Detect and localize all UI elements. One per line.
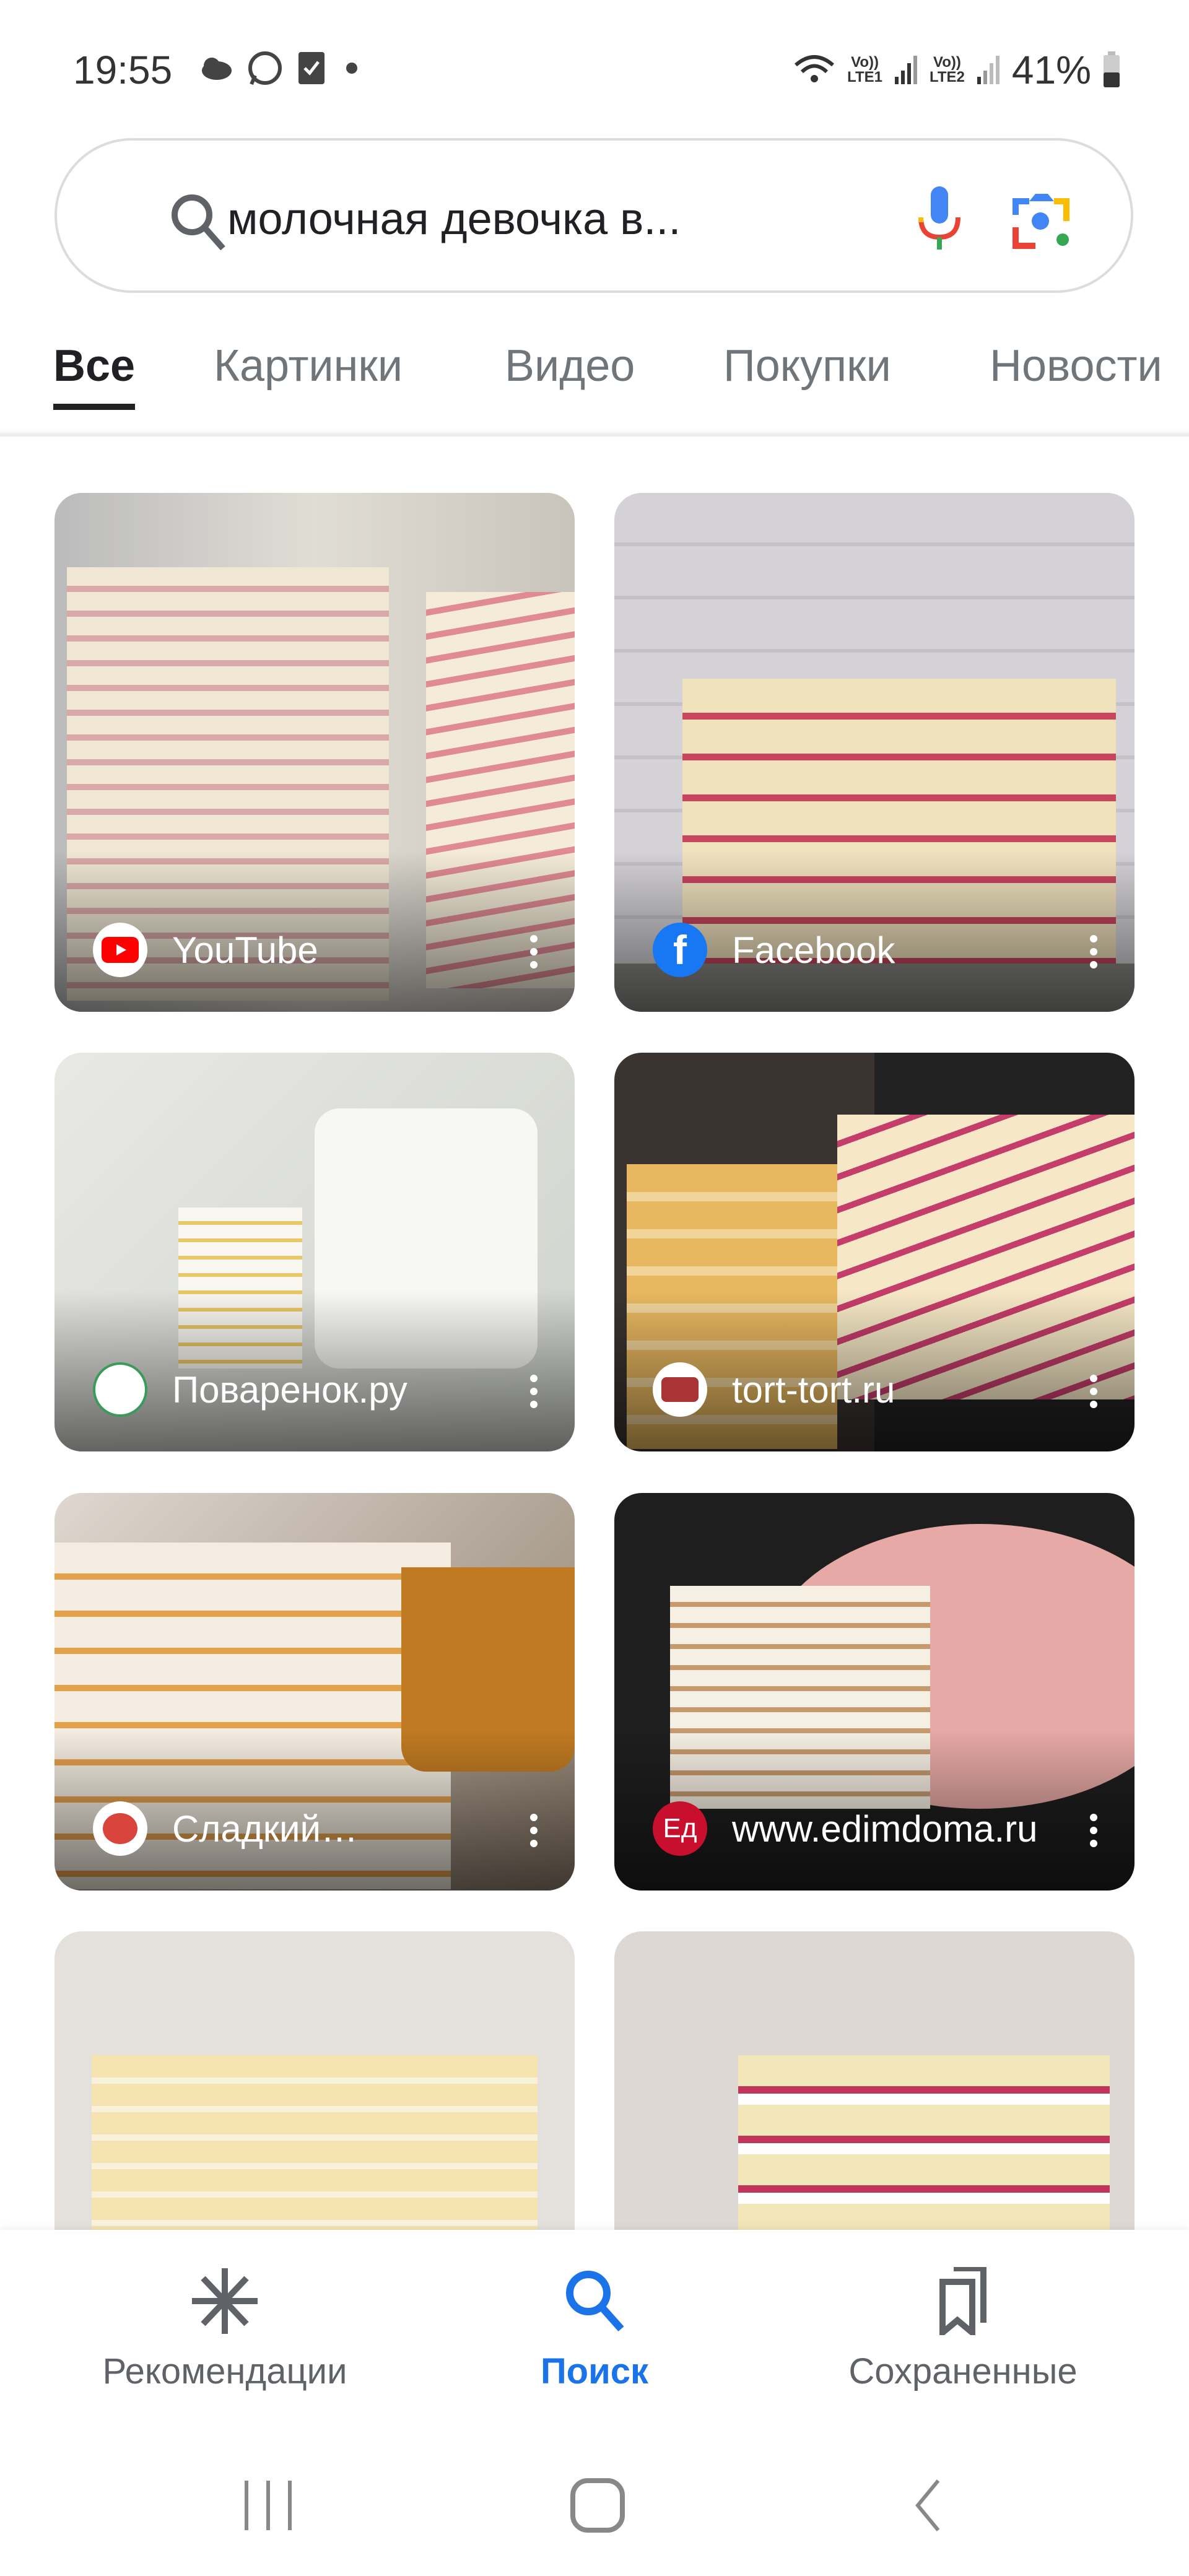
edimdoma-icon: Ед [653,1801,707,1856]
recent-apps-icon[interactable] [240,2478,296,2533]
tort-tort-icon [653,1362,707,1417]
volte-2: Vo)) [933,54,961,71]
tab-shopping[interactable]: Покупки [723,341,891,391]
tab-all[interactable]: Все [53,341,135,391]
result-source[interactable]: YouTube [172,929,318,972]
more-options-icon[interactable] [1090,1375,1097,1408]
more-options-icon[interactable] [1090,935,1097,968]
result-card[interactable]: Ед www.edimdoma.ru [614,1493,1135,1891]
nav-search-label: Поиск [540,2351,649,2391]
notification-dot-icon [346,63,357,74]
search-input[interactable]: молочная девочка в... [227,194,681,245]
more-options-icon[interactable] [1090,1814,1097,1847]
result-card[interactable]: YouTube [54,493,575,1012]
search-bar[interactable]: молочная девочка в... [54,138,1133,293]
result-source[interactable]: Сладкий… [172,1808,358,1850]
signal-1-icon [895,56,917,84]
more-options-icon[interactable] [530,1375,538,1408]
home-icon[interactable] [570,2478,625,2533]
sim2-label: LTE2 [930,69,965,85]
back-icon[interactable] [910,2478,947,2533]
nav-discover[interactable]: Рекомендации [70,2267,380,2392]
sim1-label: LTE1 [847,69,882,85]
result-source[interactable]: Facebook [732,929,895,972]
result-card[interactable]: tort-tort.ru [614,1053,1135,1451]
more-options-icon[interactable] [530,1814,538,1847]
nav-saved-label: Сохраненные [848,2351,1078,2391]
more-options-icon[interactable] [530,935,538,968]
search-tabs: Все Картинки Видео Покупки Новости [0,322,1189,437]
volte-1: Vo)) [851,54,879,71]
result-card[interactable]: Поваренок.ру [54,1053,575,1451]
povarenok-icon [93,1362,147,1417]
task-check-icon [298,52,324,84]
system-navigation [0,2434,1189,2576]
wifi-icon [795,55,835,82]
result-card[interactable]: f Facebook [614,493,1135,1012]
youtube-icon [93,923,147,977]
google-lens-icon[interactable] [1011,190,1073,252]
signal-2-icon [977,56,1000,84]
result-card[interactable]: Сладкий… [54,1493,575,1891]
active-tab-indicator [53,404,135,410]
tab-news[interactable]: Новости [990,341,1162,391]
voice-search-icon[interactable] [915,184,964,252]
nav-saved[interactable]: Сохраненные [808,2265,1118,2392]
battery-percent: 41% [1011,48,1091,92]
result-source[interactable]: www.edimdoma.ru [732,1808,1038,1850]
tab-videos[interactable]: Видео [505,341,635,391]
asterisk-icon [192,2268,258,2334]
result-source[interactable]: tort-tort.ru [732,1368,895,1411]
whatsapp-icon [248,51,282,85]
cake-icon [93,1801,147,1856]
clock: 19:55 [73,48,173,92]
bottom-navigation: Рекомендации Поиск Сохраненные [0,2230,1189,2434]
bookmarks-icon [939,2265,986,2339]
facebook-icon: f [653,923,707,977]
cloud-icon [202,58,232,80]
search-icon [566,2271,624,2331]
status-bar: 19:55 Vo)) LTE1 Vo)) LTE2 41% [0,0,1189,130]
nav-search[interactable]: Поиск [440,2267,749,2392]
nav-discover-label: Рекомендации [102,2351,347,2391]
result-source[interactable]: Поваренок.ру [172,1368,407,1411]
search-icon [172,194,225,251]
battery-icon [1104,51,1120,87]
tab-images[interactable]: Картинки [214,341,403,391]
